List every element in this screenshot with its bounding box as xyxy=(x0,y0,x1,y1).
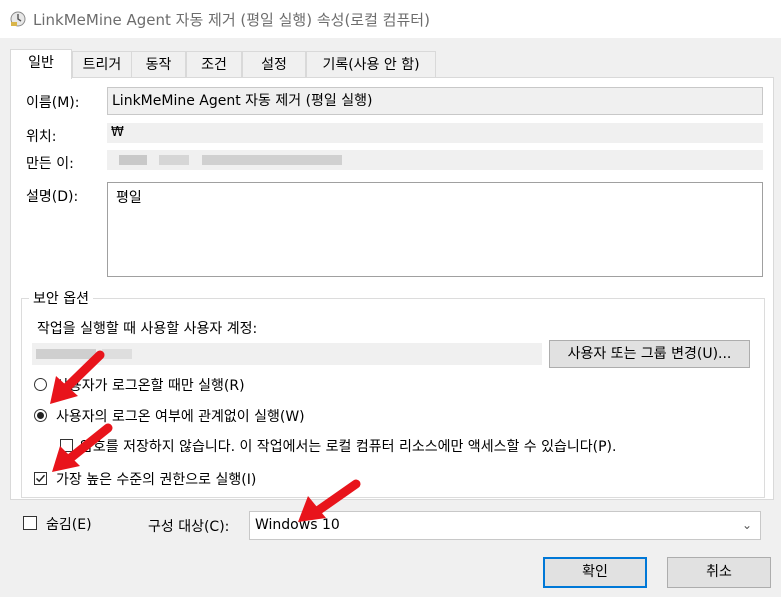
chevron-down-icon: ⌄ xyxy=(741,518,752,532)
radio-run-whether-logged-on-label: 사용자의 로그온 여부에 관계없이 실행(W) xyxy=(56,409,305,425)
redacted-block xyxy=(159,155,189,165)
cancel-button[interactable]: 취소 xyxy=(667,557,771,588)
redacted-block xyxy=(202,155,342,165)
tab-history[interactable]: 기록(사용 안 함) xyxy=(306,51,436,77)
location-label: 위치: xyxy=(26,129,57,145)
configure-for-value: Windows 10 xyxy=(255,517,340,533)
checkmark-icon xyxy=(35,474,46,483)
author-label: 만든 이: xyxy=(26,156,74,172)
redacted-block xyxy=(102,349,132,359)
highest-privileges-label: 가장 높은 수준의 권한으로 실행(I) xyxy=(56,472,257,488)
configure-for-label: 구성 대상(C): xyxy=(148,519,230,535)
redacted-block xyxy=(36,349,96,359)
hidden-checkbox[interactable] xyxy=(23,516,37,530)
tab-settings[interactable]: 설정 xyxy=(242,51,306,77)
location-field: ₩ xyxy=(107,123,763,143)
do-not-store-password-label: 암호를 저장하지 않습니다. 이 작업에서는 로컬 컴퓨터 리소스에만 액세스할… xyxy=(80,439,617,455)
ok-button[interactable]: 확인 xyxy=(543,557,647,588)
change-user-button[interactable]: 사용자 또는 그룹 변경(U)... xyxy=(549,340,750,368)
radio-run-whether-logged-on[interactable] xyxy=(34,409,47,422)
user-account-field-redacted xyxy=(32,343,542,365)
tab-general[interactable]: 일반 xyxy=(10,49,72,79)
description-label: 설명(D): xyxy=(26,189,79,205)
task-scheduler-clock-icon xyxy=(10,11,26,27)
tab-conditions[interactable]: 조건 xyxy=(186,51,242,77)
radio-run-when-logged-on-label: 사용자가 로그온할 때만 실행(R) xyxy=(56,378,245,394)
description-field[interactable]: 평일 xyxy=(107,182,763,277)
author-field-redacted xyxy=(107,150,763,170)
redacted-block xyxy=(119,155,147,165)
do-not-store-password-checkbox[interactable] xyxy=(60,439,73,452)
radio-run-when-logged-on[interactable] xyxy=(34,378,47,391)
name-field[interactable]: LinkMeMine Agent 자동 제거 (평일 실행) xyxy=(107,87,763,115)
tab-triggers[interactable]: 트리거 xyxy=(72,51,132,77)
highest-privileges-checkbox[interactable] xyxy=(34,472,47,485)
window-title: LinkMeMine Agent 자동 제거 (평일 실행) 속성(로컬 컴퓨터… xyxy=(33,11,430,29)
configure-for-select[interactable]: Windows 10 ⌄ xyxy=(249,511,761,540)
account-prompt: 작업을 실행할 때 사용할 사용자 계정: xyxy=(37,321,258,337)
name-label: 이름(M): xyxy=(26,95,80,111)
tab-actions[interactable]: 동작 xyxy=(131,51,186,77)
security-options-title: 보안 옵션 xyxy=(29,288,93,308)
hidden-label: 숨김(E) xyxy=(46,517,92,533)
radio-selected-dot xyxy=(37,412,44,419)
